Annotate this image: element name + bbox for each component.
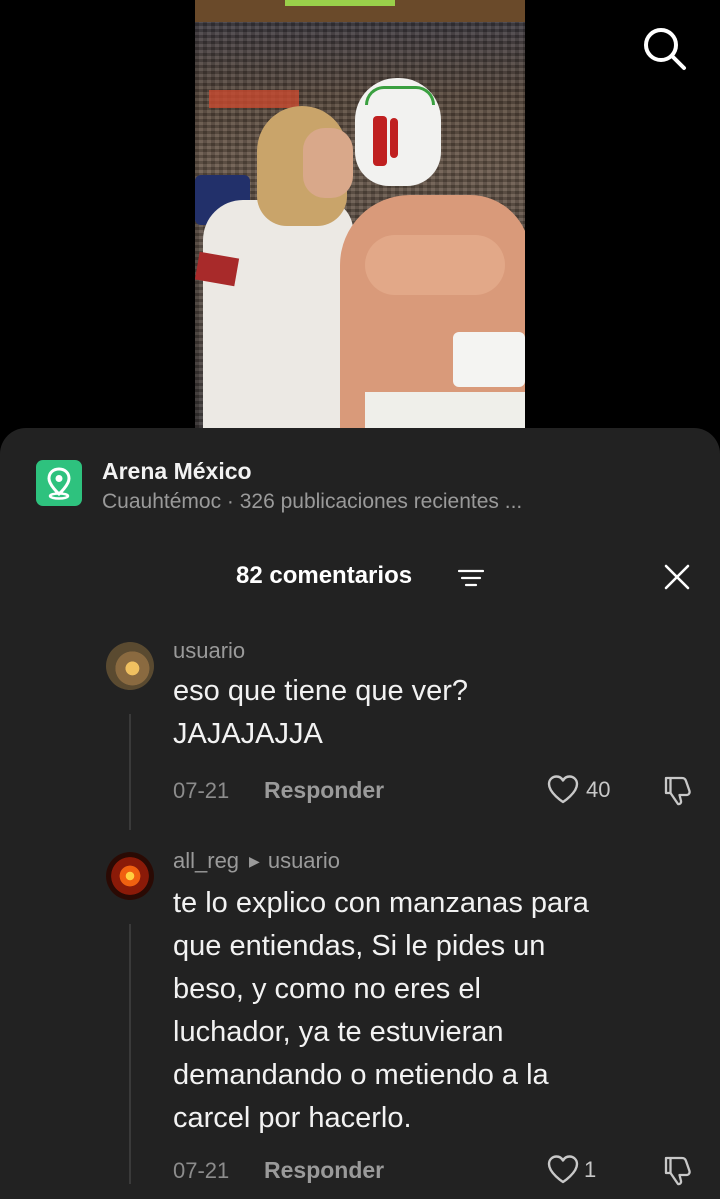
like-count: 40 xyxy=(586,777,611,802)
location-name: Arena México xyxy=(102,458,252,484)
location-pin-icon xyxy=(36,460,82,506)
comment-text-line: carcel por hacerlo. xyxy=(173,1102,412,1134)
comments-header: 82 comentarios xyxy=(0,558,720,598)
thread-line xyxy=(129,714,131,830)
like-button[interactable] xyxy=(546,1154,580,1184)
thumbs-down-icon xyxy=(664,776,691,806)
comments-sheet: Arena México Cuauhtémoc · 326 publicacio… xyxy=(0,428,720,1199)
thumbs-down-icon xyxy=(664,1156,691,1186)
heart-icon xyxy=(547,775,579,804)
comment-date: 07-21 xyxy=(173,1158,230,1183)
search-icon xyxy=(644,28,686,70)
comment-item: usuario eso que tiene que ver? JAJAJAJJA… xyxy=(0,636,720,836)
avatar[interactable] xyxy=(106,642,154,690)
reply-button[interactable]: Responder xyxy=(264,777,384,804)
woman-figure xyxy=(203,200,353,428)
comment-text-line: eso que tiene que ver? xyxy=(173,675,469,707)
arena-banner xyxy=(209,90,299,108)
comment-text: te lo explico con manzanas para que enti… xyxy=(173,882,693,1140)
comment-username[interactable]: usuario xyxy=(173,638,245,664)
heart-icon xyxy=(547,1155,579,1184)
arena-roof xyxy=(195,0,525,22)
reply-button[interactable]: Responder xyxy=(264,1157,384,1184)
comment-item: all_reg ▶ usuario te lo explico con manzan… xyxy=(0,846,720,1199)
comment-text-line: luchador, ya te estuvieran xyxy=(173,1016,504,1048)
comment-count: 82 comentarios xyxy=(236,562,413,589)
dislike-button[interactable] xyxy=(660,1153,694,1187)
comment-text-line: JAJAJAJJA xyxy=(173,718,323,750)
thread-line xyxy=(129,924,131,1184)
dislike-button[interactable] xyxy=(660,773,694,807)
comment-text-line: que entiendas, Si le pides un xyxy=(173,930,546,962)
filter-icon[interactable] xyxy=(458,569,484,589)
comment-author[interactable]: all_reg xyxy=(173,848,239,873)
like-button[interactable] xyxy=(546,774,580,804)
comment-text: eso que tiene que ver? JAJAJAJJA xyxy=(173,670,693,756)
reply-arrow-icon: ▶ xyxy=(249,853,260,869)
reply-to-username[interactable]: usuario xyxy=(268,848,340,873)
location-subtitle: Cuauhtémoc · 326 publicaciones recientes… xyxy=(102,490,523,513)
video-frame xyxy=(195,0,525,428)
avatar[interactable] xyxy=(106,852,154,900)
like-count: 1 xyxy=(584,1157,597,1182)
video-player[interactable] xyxy=(0,0,720,430)
comment-username[interactable]: all_reg ▶ usuario xyxy=(173,848,340,874)
comment-text-line: beso, y como no eres el xyxy=(173,973,481,1005)
close-icon xyxy=(664,564,690,590)
search-button[interactable] xyxy=(640,24,690,74)
close-button[interactable] xyxy=(662,562,692,592)
comment-date: 07-21 xyxy=(173,778,230,803)
location-link[interactable]: Arena México Cuauhtémoc · 326 publicacio… xyxy=(36,458,696,518)
comment-text-line: te lo explico con manzanas para xyxy=(173,887,589,919)
comment-text-line: demandando o metiendo a la xyxy=(173,1059,549,1091)
